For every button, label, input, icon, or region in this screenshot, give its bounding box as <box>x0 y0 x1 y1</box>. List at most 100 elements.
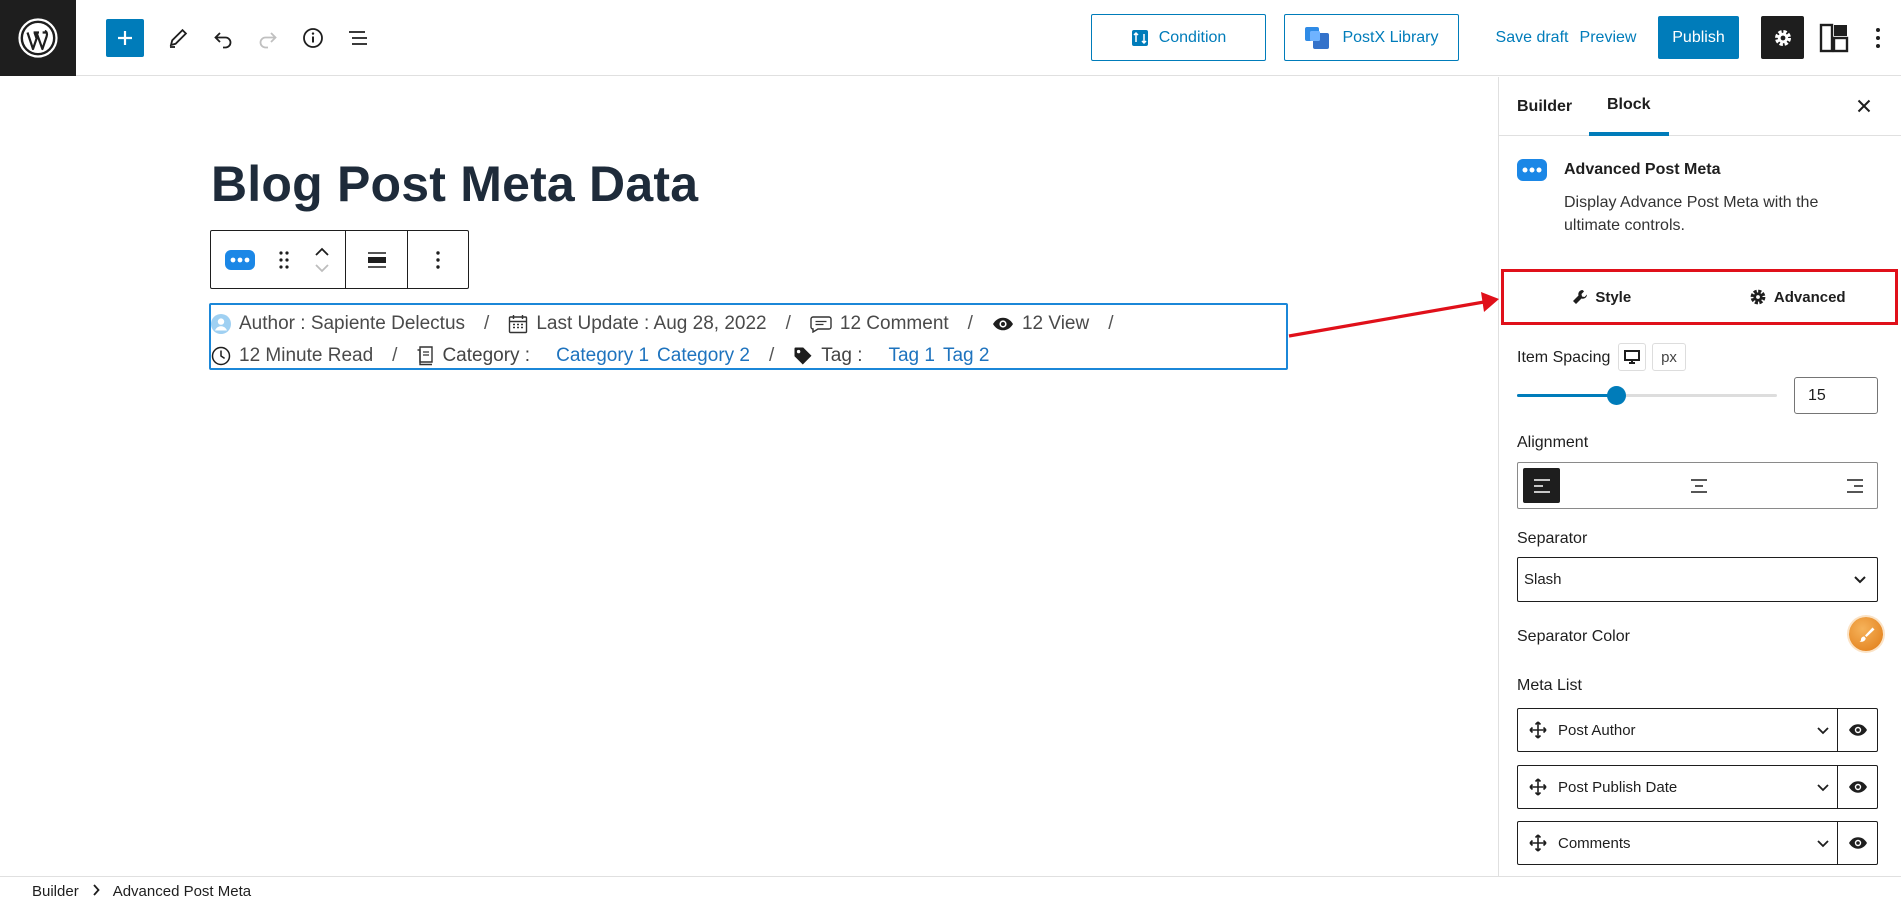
move-icon[interactable] <box>1518 834 1558 852</box>
align-button[interactable] <box>346 231 407 288</box>
post-title[interactable]: Blog Post Meta Data <box>211 155 698 213</box>
align-right-icon <box>1846 478 1863 493</box>
separator-select[interactable]: Slash <box>1517 557 1878 602</box>
meta-separator: / <box>769 345 775 366</box>
redo-button[interactable] <box>254 24 282 52</box>
move-icon[interactable] <box>1518 778 1558 796</box>
meta-list-item[interactable]: Comments <box>1517 821 1878 865</box>
postx-library-button[interactable]: PostX Library <box>1284 14 1459 61</box>
meta-list-item-label: Comments <box>1558 834 1631 852</box>
pencil-icon <box>169 28 188 48</box>
align-center-button[interactable] <box>1680 468 1717 503</box>
advanced-post-meta-block[interactable]: Author : Sapiente Delectus / Last Update… <box>209 303 1288 370</box>
preview-button[interactable]: Preview <box>1576 22 1640 54</box>
chevron-down-icon[interactable] <box>1809 722 1837 738</box>
align-left-button[interactable] <box>1523 468 1560 503</box>
tab-block[interactable]: Block <box>1589 77 1669 136</box>
visibility-toggle[interactable] <box>1837 766 1877 808</box>
category-link-1[interactable]: Category 1 <box>556 345 649 367</box>
layout-icon <box>1819 23 1849 53</box>
item-spacing-slider[interactable] <box>1517 386 1777 405</box>
meta-list-item[interactable]: Post Author <box>1517 708 1878 752</box>
slider-thumb[interactable] <box>1606 386 1626 405</box>
block-type-button[interactable] <box>211 231 269 288</box>
last-update-text: Last Update : Aug 28, 2022 <box>536 313 767 334</box>
settings-button[interactable] <box>1761 16 1804 59</box>
block-toolbar-group <box>211 231 346 288</box>
tag-label: Tag : <box>821 345 863 366</box>
tab-builder[interactable]: Builder <box>1517 77 1572 136</box>
visibility-toggle[interactable] <box>1837 822 1877 864</box>
author-text: Author : Sapiente Delectus <box>239 313 466 334</box>
gear-icon <box>1774 29 1791 46</box>
more-vertical-icon <box>436 250 440 269</box>
move-block-buttons[interactable] <box>299 231 345 288</box>
add-block-button[interactable] <box>106 19 144 57</box>
category-link-2[interactable]: Category 2 <box>657 345 750 367</box>
condition-icon <box>1131 29 1148 46</box>
options-button[interactable] <box>1866 24 1890 52</box>
wordpress-logo-icon[interactable] <box>0 0 76 76</box>
align-right-button[interactable] <box>1836 468 1873 503</box>
item-spacing-input[interactable]: 15 <box>1794 377 1878 414</box>
color-picker-button[interactable] <box>1849 617 1883 651</box>
post-meta-block-icon <box>1517 159 1547 181</box>
post-meta-block-icon <box>225 249 255 270</box>
separator-value: Slash <box>1524 571 1562 588</box>
breadcrumb-item[interactable]: Builder <box>32 883 79 900</box>
block-toolbar-group <box>346 231 408 288</box>
condition-label: Condition <box>1158 28 1227 46</box>
gear-icon <box>1750 289 1766 305</box>
block-toolbar-group <box>408 231 468 288</box>
more-vertical-icon <box>1876 28 1880 48</box>
tab-advanced[interactable]: Advanced <box>1700 272 1896 322</box>
publish-button[interactable]: Publish <box>1658 16 1739 59</box>
block-toolbar <box>210 230 469 289</box>
editor-canvas[interactable]: Blog Post Meta Data Author: Sapiente De… <box>0 77 1498 876</box>
eye-icon <box>992 317 1013 331</box>
close-sidebar-button[interactable] <box>1849 91 1879 121</box>
separator-label: Separator <box>1517 530 1588 547</box>
postx-panel-button[interactable] <box>1817 20 1851 56</box>
meta-read-time: 12 Minute Read <box>211 345 373 367</box>
chevron-down-icon[interactable] <box>1809 835 1837 851</box>
style-advanced-tabs: Style Advanced <box>1501 269 1898 325</box>
chevron-down-icon[interactable] <box>314 263 330 273</box>
comment-icon <box>810 316 832 333</box>
chevron-right-icon <box>92 883 100 900</box>
drag-handle[interactable] <box>269 231 299 288</box>
move-icon[interactable] <box>1518 721 1558 739</box>
responsive-device-button[interactable] <box>1618 343 1646 371</box>
chevron-up-icon[interactable] <box>314 247 330 257</box>
tools-button[interactable] <box>164 24 192 52</box>
category-label: Category : <box>442 345 531 366</box>
sidebar-tabs: Builder Block <box>1499 77 1901 136</box>
meta-list-item[interactable]: Post Publish Date <box>1517 765 1878 809</box>
meta-list-item-label: Post Author <box>1558 721 1636 739</box>
read-time-text: 12 Minute Read <box>239 345 374 366</box>
eye-icon <box>1848 724 1867 736</box>
visibility-toggle[interactable] <box>1837 709 1877 751</box>
eye-icon <box>1848 781 1867 793</box>
align-center-icon <box>1690 478 1707 493</box>
chevron-down-icon[interactable] <box>1809 779 1837 795</box>
breadcrumb-item[interactable]: Advanced Post Meta <box>113 883 251 900</box>
tag-link-1[interactable]: Tag 1 <box>888 345 934 367</box>
clock-icon <box>211 346 231 366</box>
tab-style[interactable]: Style <box>1504 272 1700 322</box>
meta-list-item-label: Post Publish Date <box>1558 778 1678 796</box>
wrench-icon <box>1573 290 1588 304</box>
top-toolbar: Condition PostX Library Save draft Previ… <box>0 0 1901 76</box>
tag-link-2[interactable]: Tag 2 <box>943 345 989 367</box>
library-label: PostX Library <box>1342 28 1439 46</box>
meta-author: Author : Sapiente Delectus <box>211 313 465 335</box>
details-button[interactable] <box>299 24 327 52</box>
block-options-button[interactable] <box>408 231 468 288</box>
undo-button[interactable] <box>209 24 237 52</box>
list-view-button[interactable] <box>344 24 372 52</box>
unit-selector[interactable]: px <box>1652 343 1686 371</box>
save-draft-button[interactable]: Save draft <box>1478 22 1586 54</box>
brush-icon <box>1859 627 1875 642</box>
meta-line: 12 Minute Read / Category : Category 1 C… <box>211 340 1286 372</box>
condition-button[interactable]: Condition <box>1091 14 1266 61</box>
